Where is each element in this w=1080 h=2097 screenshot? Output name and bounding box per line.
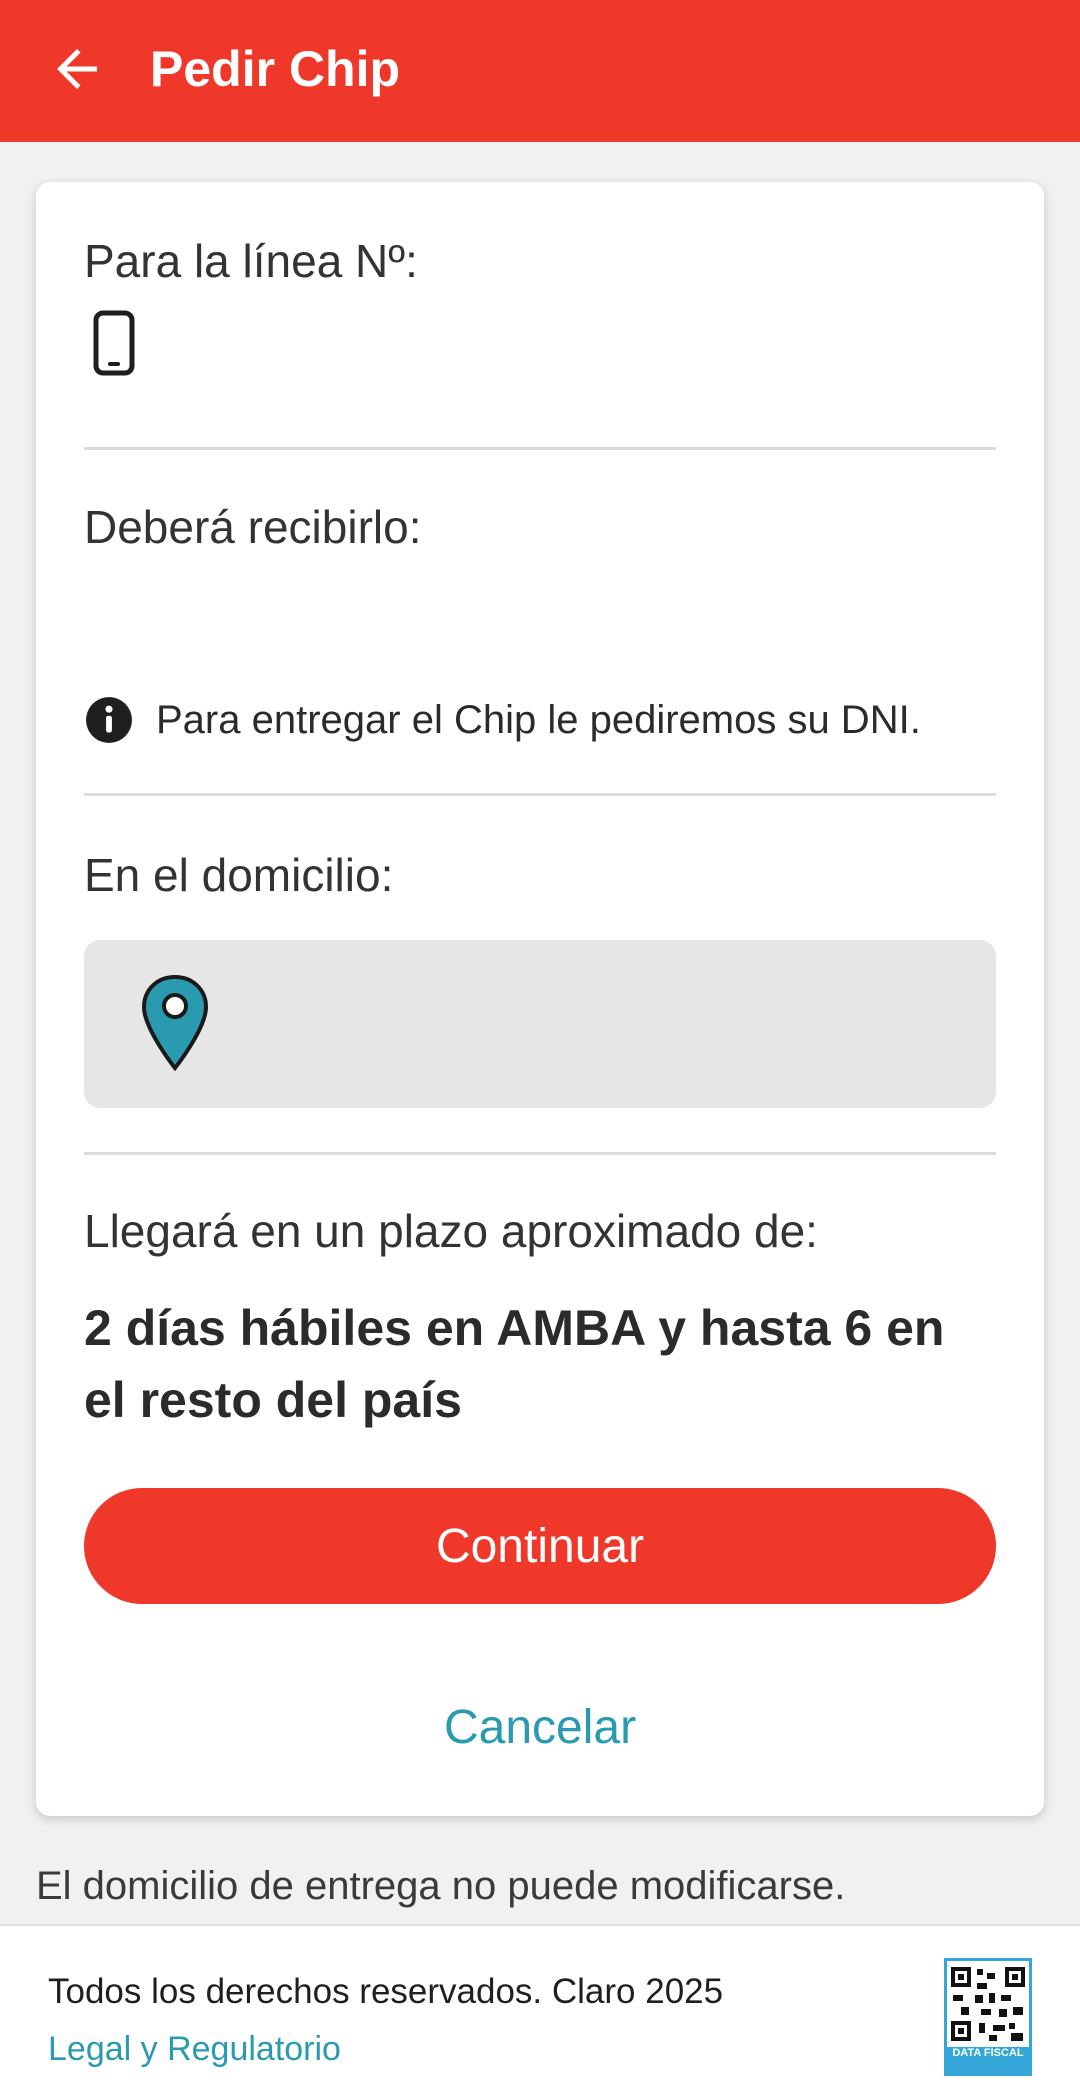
footer: Todos los derechos reservados. Claro 202…	[0, 1924, 1080, 2097]
info-text: Para entregar el Chip le pediremos su DN…	[156, 697, 921, 742]
divider	[84, 793, 996, 796]
address-label: En el domicilio:	[84, 849, 394, 901]
divider	[84, 447, 996, 450]
arrow-left-icon	[57, 49, 97, 89]
info-icon	[86, 697, 132, 743]
dni-info: Para entregar el Chip le pediremos su DN…	[84, 690, 996, 750]
line-label: Para la línea Nº:	[84, 235, 418, 287]
back-button[interactable]	[44, 36, 110, 102]
receive-label: Deberá recibirlo:	[84, 501, 422, 553]
address-note: El domicilio de entrega no puede modific…	[36, 1864, 846, 1908]
eta-label: Llegará en un plazo aproximado de:	[84, 1205, 818, 1257]
app-header: Pedir Chip	[0, 0, 1080, 142]
eta-value: 2 días hábiles en AMBA y hasta 6 en el r…	[84, 1300, 945, 1428]
phone-icon	[93, 310, 135, 376]
cancel-button[interactable]: Cancelar	[84, 1692, 996, 1762]
continue-button[interactable]: Continuar	[84, 1488, 996, 1604]
order-chip-card: Para la línea Nº: Deberá recibirlo: Para…	[36, 182, 1044, 1816]
page-title: Pedir Chip	[150, 41, 401, 97]
location-pin-icon	[141, 974, 209, 1072]
qr-code-icon	[951, 1967, 1025, 2041]
address-field[interactable]	[84, 940, 996, 1108]
divider	[84, 1152, 996, 1155]
qr-caption: DATA FISCAL	[947, 2047, 1029, 2073]
legal-link[interactable]: Legal y Regulatorio	[48, 2030, 341, 2069]
data-fiscal-qr[interactable]: DATA FISCAL	[944, 1958, 1032, 2076]
copyright-text: Todos los derechos reservados. Claro 202…	[48, 1972, 724, 2011]
